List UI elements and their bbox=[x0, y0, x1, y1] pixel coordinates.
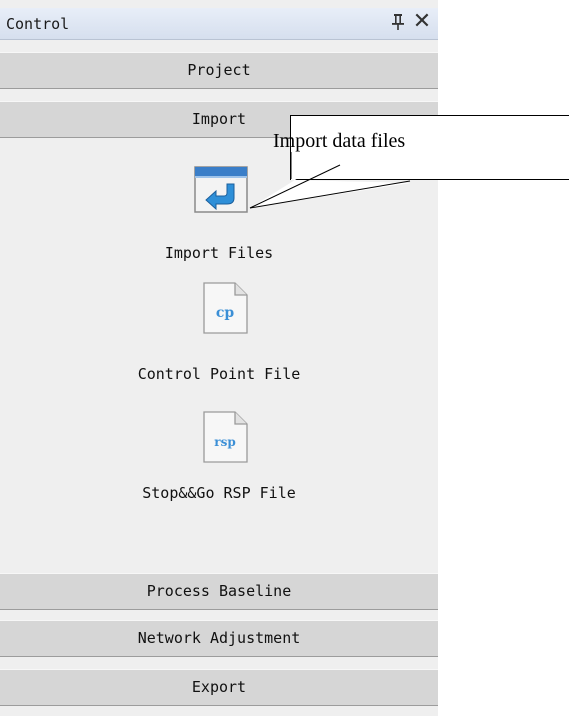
control-panel: Control ✕ Project Import Import Files cp… bbox=[0, 0, 438, 716]
control-point-file-tool[interactable]: cp Control Point File bbox=[0, 282, 438, 387]
section-process-baseline-button[interactable]: Process Baseline bbox=[0, 573, 438, 610]
section-network-adjustment-button[interactable]: Network Adjustment bbox=[0, 620, 438, 657]
cp-badge: cp bbox=[216, 305, 235, 321]
pin-icon[interactable] bbox=[391, 13, 405, 31]
stopgo-rsp-file-tool[interactable]: rsp Stop&&Go RSP File bbox=[0, 411, 438, 511]
rsp-badge: rsp bbox=[214, 435, 235, 449]
callout-box: Import data files bbox=[273, 115, 569, 180]
callout-text: Import data files bbox=[273, 130, 406, 152]
close-icon[interactable]: ✕ bbox=[412, 11, 432, 33]
control-point-file-label: Control Point File bbox=[137, 365, 301, 383]
import-files-icon bbox=[194, 166, 248, 213]
import-files-label: Import Files bbox=[164, 244, 274, 262]
stopgo-rsp-file-label: Stop&&Go RSP File bbox=[142, 484, 296, 502]
panel-titlebar: Control ✕ bbox=[0, 8, 438, 40]
section-export-button[interactable]: Export bbox=[0, 669, 438, 706]
panel-title: Control bbox=[6, 15, 70, 33]
section-project-button[interactable]: Project bbox=[0, 52, 438, 89]
rsp-file-icon: rsp bbox=[203, 411, 248, 463]
cp-file-icon: cp bbox=[203, 282, 248, 334]
